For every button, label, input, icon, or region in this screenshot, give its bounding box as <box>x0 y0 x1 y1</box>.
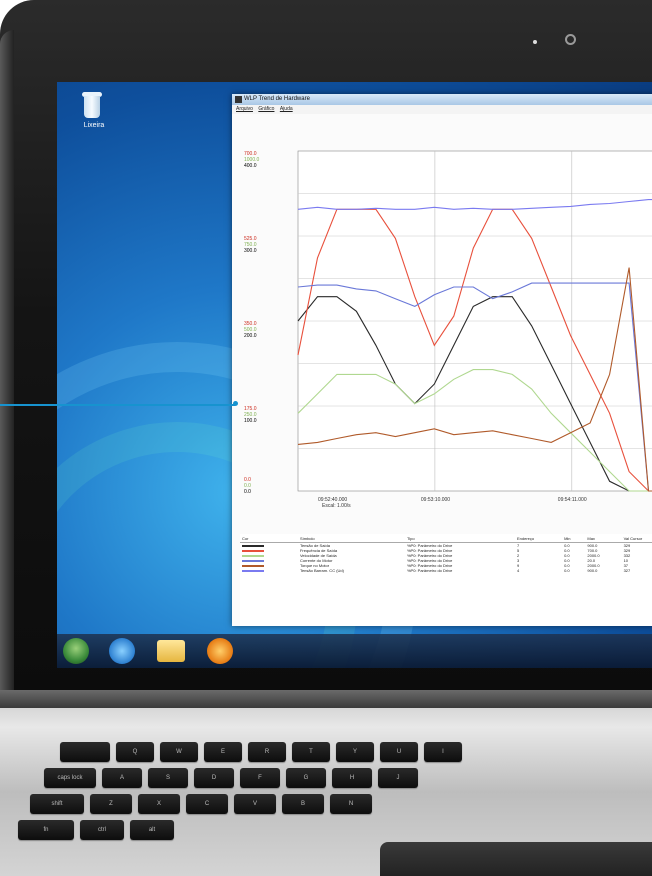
keyboard-key[interactable]: W <box>160 742 198 762</box>
menu-help[interactable]: Ajuda <box>280 106 293 112</box>
legend-row[interactable]: Tensão Barram. CC (Ud) %P0: Parâmetro do … <box>240 568 652 573</box>
hinge <box>0 690 652 708</box>
trend-window: WLP Trend de Hardware Arquivo Gráfico Aj… <box>232 94 652 626</box>
keyboard-key[interactable]: Z <box>90 794 132 814</box>
y-tick-label: 0.0 <box>244 489 251 495</box>
keyboard-key[interactable]: caps lock <box>44 768 96 788</box>
legend-cell: 0.0 <box>564 568 570 573</box>
legend-cell: 327 <box>623 568 631 573</box>
y-tick-label: 400.0 <box>244 163 257 169</box>
y-tick-label: 300.0 <box>244 248 257 254</box>
legend-swatch <box>242 564 264 567</box>
keyboard-key[interactable]: fn <box>18 820 74 840</box>
recycle-bin-label: Lixeira <box>83 122 105 129</box>
keyboard-key[interactable]: E <box>204 742 242 762</box>
legend-header-row: Cor Símbolo Tipo Endereço Min Max Val Cu… <box>240 534 652 543</box>
menu-bar: Arquivo Gráfico Ajuda <box>232 105 652 114</box>
keyboard-key[interactable]: Y <box>336 742 374 762</box>
legend-cell: Tensão Barram. CC (Ud) <box>299 568 344 573</box>
legend-table: Cor Símbolo Tipo Endereço Min Max Val Cu… <box>240 534 652 626</box>
keyboard-key[interactable]: shift <box>30 794 84 814</box>
window-title: WLP Trend de Hardware <box>244 96 310 102</box>
legend-col-address: Endereço <box>515 534 563 543</box>
legend-swatch <box>242 544 264 547</box>
legend-cell: %P0: Parâmetro do Drive <box>406 568 453 573</box>
browser-icon[interactable] <box>109 638 135 664</box>
webcam-light <box>533 40 537 44</box>
keyboard-key[interactable] <box>60 742 110 762</box>
app-icon <box>235 96 242 103</box>
callout-dot <box>233 401 238 406</box>
start-button-icon[interactable] <box>63 638 89 664</box>
recycle-bin-icon[interactable] <box>79 90 105 120</box>
keyboard-key[interactable]: N <box>330 794 372 814</box>
legend-col-type: Tipo <box>404 534 515 543</box>
keyboard-key[interactable]: Q <box>116 742 154 762</box>
legend-swatch <box>242 569 264 572</box>
trend-chart-area: 700.0 525.0 350.0 175.0 0.0 1000.0 750.0 500.0 2… <box>240 143 652 508</box>
keyboard-key[interactable]: I <box>424 742 462 762</box>
y-tick-label: 100.0 <box>244 418 257 424</box>
menu-chart[interactable]: Gráfico <box>258 106 274 112</box>
keyboard-key[interactable]: alt <box>130 820 174 840</box>
taskbar <box>57 634 652 668</box>
legend-col-cursor: Val Cursor <box>621 534 652 543</box>
keyboard-key[interactable]: A <box>102 768 142 788</box>
keyboard-key[interactable]: C <box>186 794 228 814</box>
keyboard-key[interactable]: G <box>286 768 326 788</box>
legend-col-max: Max <box>585 534 622 543</box>
x-scale-label: Escal: 1.00/s <box>322 503 351 508</box>
keyboard-key[interactable]: T <box>292 742 330 762</box>
legend-col-symbol: Símbolo <box>297 534 405 543</box>
y-tick-label: 200.0 <box>244 333 257 339</box>
trend-chart[interactable]: 700.0525.0350.0175.00.01000.0750.0500.02… <box>240 143 652 508</box>
keyboard-key[interactable]: ctrl <box>80 820 124 840</box>
legend-col-min: Min <box>562 534 586 543</box>
legend-col-color: Cor <box>240 534 298 543</box>
touchpad[interactable] <box>380 842 652 876</box>
x-tick-label: 09:54:11.000 <box>558 497 587 503</box>
keyboard-key[interactable]: U <box>380 742 418 762</box>
callout-line <box>0 404 235 406</box>
desktop-screen: Lixeira WLP Trend de Hardware Arquivo Gr… <box>57 82 652 668</box>
media-player-icon[interactable] <box>207 638 233 664</box>
folder-icon[interactable] <box>157 640 185 662</box>
legend-cell: 900.0 <box>587 568 598 573</box>
laptop-photo: Lixeira WLP Trend de Hardware Arquivo Gr… <box>0 0 652 876</box>
menu-file[interactable]: Arquivo <box>236 106 253 112</box>
keyboard-key[interactable]: F <box>240 768 280 788</box>
keyboard-key[interactable]: B <box>282 794 324 814</box>
legend-swatch-cell <box>240 568 298 573</box>
keyboard-key[interactable]: H <box>332 768 372 788</box>
webcam-icon <box>565 34 576 45</box>
keyboard-key[interactable]: D <box>194 768 234 788</box>
lid-edge <box>0 30 14 690</box>
keyboard-key[interactable]: R <box>248 742 286 762</box>
keyboard-key[interactable]: X <box>138 794 180 814</box>
keyboard-key[interactable]: J <box>378 768 418 788</box>
keyboard-key[interactable]: S <box>148 768 188 788</box>
legend-cell: 4 <box>517 568 520 573</box>
keyboard-key[interactable]: V <box>234 794 276 814</box>
window-titlebar[interactable]: WLP Trend de Hardware <box>232 94 652 105</box>
x-tick-label: 09:53:10.000 <box>421 497 450 503</box>
legend-swatch <box>242 549 264 552</box>
legend-swatch <box>242 554 264 557</box>
legend-swatch <box>242 559 264 562</box>
